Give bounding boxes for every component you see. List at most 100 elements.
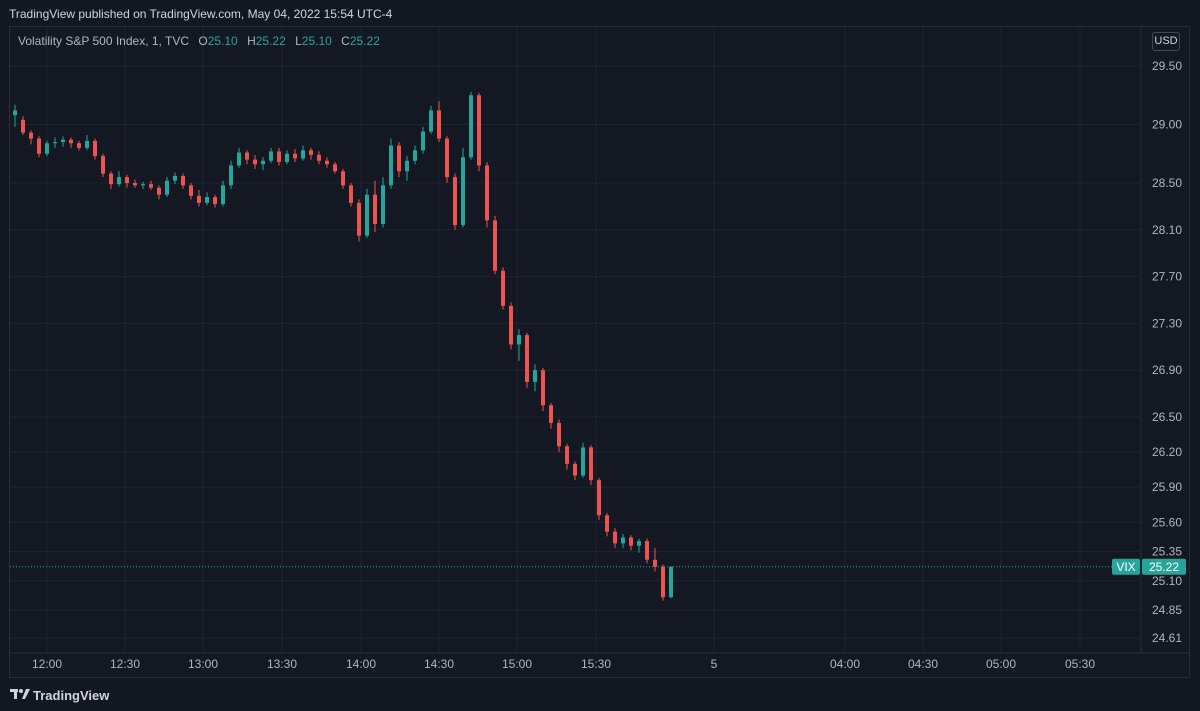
candle-body: [573, 463, 577, 476]
price-tick-label: 28.10: [1152, 223, 1182, 237]
price-axis[interactable]: 29.50 29.00 28.50 28.10 27.70 27.30 26.90 26.50…: [1152, 59, 1182, 645]
price-tick-label: 28.50: [1152, 176, 1182, 190]
candle-body: [165, 180, 169, 195]
candle: [269, 147, 273, 164]
candle-body: [517, 335, 521, 345]
candle-body: [157, 187, 161, 195]
candle-body: [485, 165, 489, 221]
legend-symbol: Volatility S&P 500 Index, 1, TVC: [18, 34, 189, 48]
candle: [565, 443, 569, 470]
candle: [621, 534, 625, 549]
candle-body: [285, 153, 289, 162]
candle-body: [93, 140, 97, 157]
candle-body: [37, 138, 41, 154]
candle-body: [461, 157, 465, 226]
candle: [357, 199, 361, 242]
candle-body: [221, 185, 225, 205]
candle: [221, 180, 225, 207]
time-tick-label: 15:00: [502, 657, 532, 671]
candle: [669, 566, 673, 599]
candle: [445, 136, 449, 183]
candle: [309, 147, 313, 160]
candle: [69, 137, 73, 148]
candle-body: [133, 183, 137, 186]
candle: [509, 302, 513, 350]
price-tick-label: 24.61: [1152, 631, 1182, 645]
candle-body: [117, 177, 121, 185]
candle-body: [261, 160, 265, 165]
candle: [517, 329, 521, 361]
candle-body: [669, 566, 673, 598]
legend-low-value: 25.10: [301, 34, 332, 48]
candle-body: [405, 160, 409, 172]
candle-body: [229, 165, 233, 186]
candle-body: [45, 143, 49, 154]
time-tick-label: 14:30: [424, 657, 454, 671]
candle: [333, 161, 337, 174]
time-tick-label: 5: [711, 657, 718, 671]
time-tick-label: 13:00: [188, 657, 218, 671]
candle: [245, 150, 249, 165]
candle: [21, 116, 25, 136]
candle-body: [565, 446, 569, 464]
time-tick-label: 12:00: [32, 657, 62, 671]
time-axis[interactable]: 12:00 12:30 13:00 13:30 14:00 14:30 15:00 15:30…: [32, 657, 1095, 671]
price-tick-label: 25.90: [1152, 480, 1182, 494]
candle-body: [453, 177, 457, 226]
candle: [157, 185, 161, 200]
candle: [61, 136, 65, 147]
time-tick-label: 13:30: [267, 657, 297, 671]
brand-name: TradingView: [33, 688, 110, 703]
candle: [237, 147, 241, 168]
candles: [13, 91, 673, 601]
candle: [573, 461, 577, 481]
candle: [189, 183, 193, 200]
legend-high-value: 25.22: [255, 34, 286, 48]
candlestick-chart[interactable]: VIX 25.22 29.5029.0028.5028.1027.7027.302…: [0, 0, 1200, 711]
candle: [365, 188, 369, 238]
candle-body: [21, 119, 25, 133]
candle: [437, 101, 441, 143]
candle: [205, 192, 209, 206]
candle: [613, 528, 617, 549]
candle: [589, 445, 593, 485]
currency-button[interactable]: USD: [1152, 32, 1180, 51]
price-tick-label: 27.30: [1152, 316, 1182, 330]
candle: [597, 477, 601, 520]
candle: [261, 157, 265, 171]
candle: [85, 135, 89, 151]
price-tick-label: 26.50: [1152, 410, 1182, 424]
candle: [485, 161, 489, 228]
price-tick-label: 25.60: [1152, 515, 1182, 529]
candle: [549, 402, 553, 429]
candle: [533, 364, 537, 392]
candle: [541, 367, 545, 412]
candle-body: [109, 173, 113, 185]
candle-body: [301, 150, 305, 159]
candle: [557, 419, 561, 453]
candle: [277, 147, 281, 166]
candle: [661, 564, 665, 601]
candle-body: [613, 531, 617, 544]
candle-body: [477, 95, 481, 166]
candle-body: [325, 160, 329, 165]
candle-body: [29, 132, 33, 139]
candle: [253, 154, 257, 169]
candle-body: [661, 566, 665, 598]
candle-body: [61, 139, 65, 143]
candle-body: [509, 305, 513, 345]
price-tick-label: 26.20: [1152, 445, 1182, 459]
candle-body: [637, 541, 641, 546]
candle-body: [589, 447, 593, 481]
price-tick-label: 24.85: [1152, 603, 1182, 617]
candle: [53, 137, 57, 148]
candle-body: [549, 405, 553, 423]
candle-body: [253, 159, 257, 165]
candle: [389, 138, 393, 189]
candle-body: [445, 138, 449, 178]
candle-body: [237, 152, 241, 166]
chart-legend: Volatility S&P 500 Index, 1, TVC O25.10 …: [18, 34, 380, 48]
time-tick-label: 12:30: [110, 657, 140, 671]
candle: [133, 179, 137, 188]
candle: [477, 92, 481, 172]
